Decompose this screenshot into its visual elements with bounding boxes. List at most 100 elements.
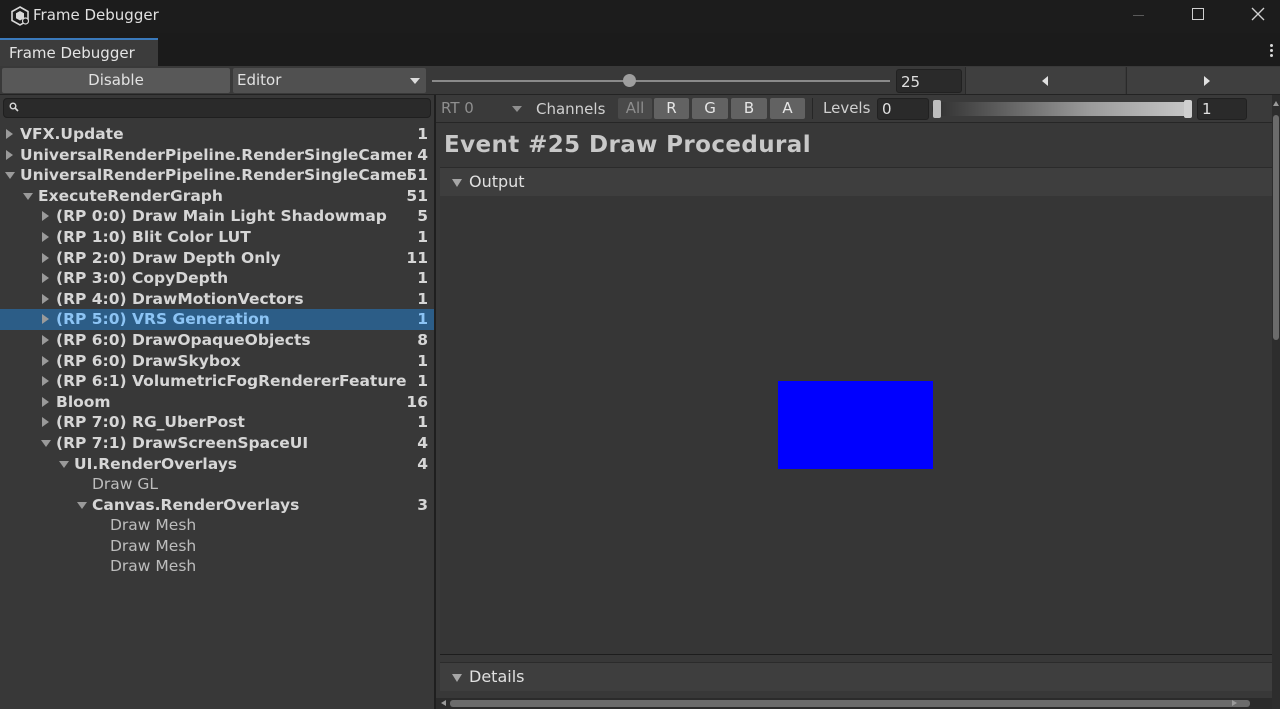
collapsed-arrow-icon[interactable] <box>42 314 49 325</box>
channel-b-toggle[interactable]: B <box>731 98 767 119</box>
more-options-icon[interactable] <box>1270 44 1274 58</box>
horizontal-scroll-thumb[interactable] <box>450 700 1250 707</box>
vertical-scrollbar[interactable] <box>1272 95 1280 709</box>
output-section-label: Output <box>469 172 525 191</box>
close-icon[interactable] <box>1251 6 1265 22</box>
details-section-header[interactable]: Details <box>440 662 1276 691</box>
debugger-toolbar: Disable Editor 25 <box>0 66 1280 95</box>
expanded-arrow-icon[interactable] <box>41 439 51 447</box>
collapsed-arrow-icon[interactable] <box>42 252 49 263</box>
tree-row-count: 1 <box>417 125 428 143</box>
tree-row[interactable]: Canvas.RenderOverlays 3 <box>0 495 434 516</box>
tree-row-count: 5 <box>417 207 428 226</box>
collapsed-arrow-icon[interactable] <box>42 376 49 387</box>
tree-row-count: 51 <box>406 186 428 205</box>
channel-a-toggle[interactable]: A <box>770 98 805 119</box>
minimize-icon[interactable] <box>1133 15 1144 16</box>
vertical-scroll-thumb[interactable] <box>1273 115 1279 340</box>
tree-row[interactable]: (RP 6:0) DrawOpaqueObjects 8 <box>0 330 434 351</box>
render-target-preview-image <box>778 381 933 469</box>
tree-row[interactable]: Draw Mesh <box>0 515 434 536</box>
tree-row-count: 1 <box>417 310 428 329</box>
tree-row-count: 4 <box>417 433 428 452</box>
tree-row-label: UniversalRenderPipeline.RenderSingleCame… <box>20 145 412 164</box>
tree-row-label: (RP 6:1) VolumetricFogRendererFeature <box>56 372 407 391</box>
triangle-down-icon <box>452 674 462 682</box>
scroll-right-icon[interactable] <box>1232 700 1237 706</box>
tree-row[interactable]: Draw Mesh <box>0 556 434 577</box>
tree-row-label: Draw GL <box>92 475 159 494</box>
tree-row-label: (RP 6:0) DrawSkybox <box>56 351 241 370</box>
collapsed-arrow-icon[interactable] <box>42 334 49 345</box>
tree-row[interactable]: Draw GL <box>0 474 434 495</box>
tree-row-label: UniversalRenderPipeline.RenderSingleCame… <box>20 166 412 185</box>
channel-all-button[interactable]: All <box>618 98 652 119</box>
tree-row-count: 1 <box>417 269 428 288</box>
maximize-icon[interactable] <box>1192 8 1204 20</box>
collapsed-arrow-icon[interactable] <box>42 396 49 407</box>
expanded-arrow-icon[interactable] <box>59 460 69 468</box>
expanded-arrow-icon[interactable] <box>23 192 33 200</box>
render-target-dropdown[interactable]: RT 0 <box>436 97 526 121</box>
output-section-header[interactable]: Output <box>440 167 1276 196</box>
tree-row[interactable]: (RP 2:0) Draw Depth Only 11 <box>0 248 434 269</box>
collapsed-arrow-icon[interactable] <box>42 231 49 242</box>
tree-row[interactable]: UniversalRenderPipeline.RenderSingleCame… <box>0 165 434 186</box>
tree-row-count: 1 <box>417 351 428 370</box>
tree-row[interactable]: (RP 6:0) DrawSkybox 1 <box>0 351 434 372</box>
channel-r-toggle[interactable]: R <box>654 98 689 119</box>
tree-row-label: Draw Mesh <box>110 516 197 535</box>
tab-frame-debugger[interactable]: Frame Debugger <box>0 38 158 66</box>
scroll-left-icon[interactable] <box>441 700 446 706</box>
tree-row[interactable]: (RP 7:0) RG_UberPost 1 <box>0 412 434 433</box>
tree-row[interactable]: UI.RenderOverlays 4 <box>0 454 434 475</box>
collapsed-arrow-icon[interactable] <box>6 129 13 139</box>
tree-row[interactable]: (RP 0:0) Draw Main Light Shadowmap 5 <box>0 206 434 227</box>
tree-row[interactable]: UniversalRenderPipeline.RenderSingleCame… <box>0 145 434 166</box>
tree-row-label: Draw Mesh <box>110 557 197 576</box>
tree-row[interactable]: Draw Mesh <box>0 536 434 557</box>
target-dropdown[interactable]: Editor <box>233 68 426 93</box>
collapsed-arrow-icon[interactable] <box>42 293 49 304</box>
collapsed-arrow-icon[interactable] <box>42 417 49 428</box>
event-index-field[interactable]: 25 <box>896 69 962 93</box>
tree-row[interactable]: (RP 1:0) Blit Color LUT 1 <box>0 227 434 248</box>
tree-row[interactable]: (RP 7:1) DrawScreenSpaceUI 4 <box>0 433 434 454</box>
levels-range-slider[interactable] <box>932 102 1192 116</box>
expanded-arrow-icon[interactable] <box>5 172 15 180</box>
scroll-up-icon[interactable] <box>1273 101 1279 106</box>
tree-row[interactable]: (RP 6:1) VolumetricFogRendererFeature 1 <box>0 371 434 392</box>
tree-row-label: (RP 4:0) DrawMotionVectors <box>56 289 304 308</box>
collapsed-arrow-icon[interactable] <box>42 211 49 222</box>
render-target-value: RT 0 <box>441 99 474 117</box>
chevron-down-icon <box>410 78 420 84</box>
levels-min-field[interactable]: 0 <box>877 98 929 120</box>
tree-row[interactable]: Bloom 16 <box>0 392 434 413</box>
tree-row[interactable]: (RP 4:0) DrawMotionVectors 1 <box>0 289 434 310</box>
channel-g-toggle[interactable]: G <box>692 98 728 119</box>
collapsed-arrow-icon[interactable] <box>42 355 49 366</box>
collapsed-arrow-icon[interactable] <box>42 273 49 284</box>
title-bar: Frame Debugger <box>0 0 1280 33</box>
levels-max-field[interactable]: 1 <box>1197 98 1247 120</box>
channels-label: Channels <box>536 100 606 118</box>
tree-row-selected[interactable]: (RP 5:0) VRS Generation 1 <box>0 309 434 330</box>
next-event-button[interactable] <box>1126 67 1280 94</box>
details-section-label: Details <box>469 667 525 686</box>
tree-row[interactable]: VFX.Update 1 <box>0 124 434 145</box>
collapsed-arrow-icon[interactable] <box>6 149 13 160</box>
search-input[interactable] <box>3 98 431 118</box>
tree-row[interactable]: (RP 3:0) CopyDepth 1 <box>0 268 434 289</box>
expanded-arrow-icon[interactable] <box>77 501 87 509</box>
levels-max-handle[interactable] <box>1184 100 1192 118</box>
event-slider-track[interactable] <box>432 80 890 82</box>
previous-event-button[interactable] <box>965 67 1125 94</box>
search-icon <box>9 102 19 112</box>
tree-row-label: Canvas.RenderOverlays <box>92 495 300 514</box>
tree-row[interactable]: ExecuteRenderGraph 51 <box>0 186 434 207</box>
disable-button[interactable]: Disable <box>2 68 230 93</box>
levels-min-handle[interactable] <box>933 100 941 118</box>
tree-row-label: Bloom <box>56 392 111 411</box>
horizontal-scrollbar[interactable] <box>436 698 1272 709</box>
event-slider-thumb[interactable] <box>622 74 636 87</box>
